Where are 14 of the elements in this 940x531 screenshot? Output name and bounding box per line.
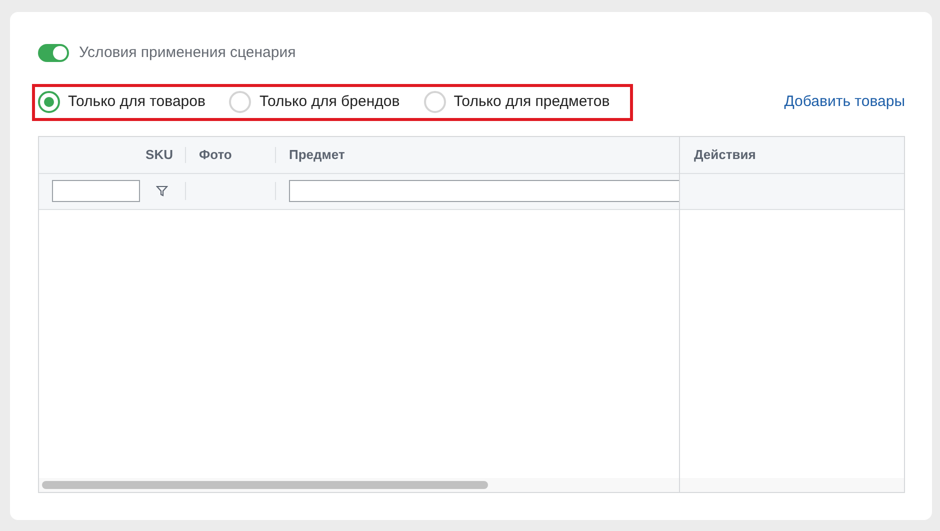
add-products-link[interactable]: Добавить товары [784,90,905,114]
scrollbar-thumb[interactable] [42,481,488,489]
filter-icon[interactable] [156,185,168,197]
radio-option[interactable]: Только для брендов [229,90,400,114]
column-header: SKU [146,146,173,164]
column-header: Фото [199,146,232,164]
column-header: Предмет [289,146,345,162]
subject-filter-field[interactable] [289,180,679,202]
toggle-label: Условия применения сценария [79,43,296,63]
column-header: Действия [694,146,756,164]
sku-filter-field[interactable] [52,180,140,202]
toggle-switch[interactable] [38,44,69,62]
radio-option[interactable]: Только для предметов [424,90,610,114]
radio-option[interactable]: Только для товаров [38,90,206,114]
